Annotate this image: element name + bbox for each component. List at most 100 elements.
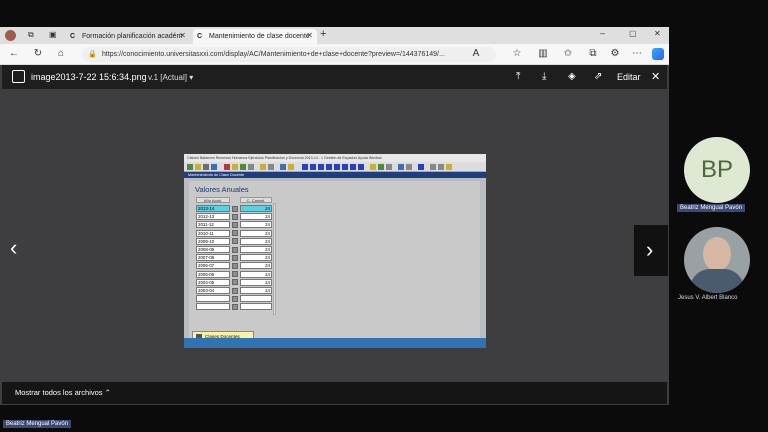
more-icon[interactable]: ⋯ [631,48,643,59]
home-icon[interactable]: ⌂ [55,48,67,59]
read-aloud-icon[interactable]: A [470,48,482,59]
viewer-header: image2013-7-22 15:6:34.png v.1 [Actual] … [2,65,667,89]
lock-icon: 🔒 [88,51,97,58]
tab-actions-icon[interactable]: ▣ [49,30,57,39]
value-cell[interactable]: 24 [240,221,272,229]
year-cell[interactable]: 2013-14 [196,205,230,212]
viewer-footer: Mostrar todos los archivos ⌃ [2,382,667,404]
row-selector[interactable] [232,213,238,220]
row-selector[interactable] [232,230,238,237]
value-cell[interactable] [240,303,272,311]
year-cell[interactable]: 2009-10 [196,237,230,245]
year-cell[interactable]: 2011-12 [196,221,230,229]
share-icon[interactable]: ⇗ [594,71,602,82]
participant-avatar: BP [684,137,750,203]
download-icon[interactable]: ⤓ [542,71,546,82]
comment-icon[interactable]: ◈ [568,71,576,82]
participant-name: Jesus V. Albert Blanco [678,295,738,301]
profile-avatar[interactable] [5,30,16,41]
tab-formacion[interactable]: C Formación planificación académ ✕ [66,29,190,44]
app-menu-bar: Cálculo Balances Recursos Humanos Ejerci… [184,154,486,162]
app-status-bar [184,338,486,348]
tab-favicon: C [70,32,76,40]
value-cell[interactable]: 24 [240,205,272,212]
maximize-icon[interactable]: ▢ [629,29,637,38]
value-cell[interactable]: 24 [240,237,272,245]
copilot-icon[interactable] [652,48,664,60]
minimize-icon[interactable]: – [600,28,605,38]
app-window-title: Mantenimiento de Clase Docente [184,172,486,178]
workspaces-icon[interactable]: ⧉ [28,30,34,40]
row-selector[interactable] [232,262,238,269]
address-input[interactable]: 🔒 https://conocimiento.universitasxxi.co… [82,47,496,62]
value-cell[interactable]: 24 [240,287,272,294]
value-cell[interactable]: 24 [240,246,272,253]
row-selector[interactable] [232,287,238,294]
browser-window: ⧉ ▣ C Formación planificación académ ✕ C… [0,27,669,405]
year-cell[interactable]: 2007-08 [196,254,230,262]
file-title: image2013-7-22 15:6:34.png [31,72,147,82]
year-cell[interactable]: 2005-06 [196,270,230,278]
close-viewer-icon[interactable]: ✕ [651,70,660,83]
collections-icon[interactable]: ⧉ [587,48,599,59]
split-screen-icon[interactable]: ▥ [537,48,549,59]
favorites-icon[interactable]: ✩ [562,48,574,59]
year-cell[interactable]: 2004-05 [196,278,230,286]
upload-icon[interactable]: ⤒ [516,71,520,82]
value-cell[interactable]: 24 [240,213,272,221]
column-header-class: C. Cancel. [240,197,272,203]
person-head [703,237,731,271]
extensions-icon[interactable]: ⚙ [609,48,621,59]
row-selector[interactable] [232,254,238,261]
form-heading: Valores Anuales [195,185,249,194]
year-cell[interactable] [196,295,230,303]
edit-button[interactable]: Editar [617,72,641,82]
participant-name-badge: Beatriz Mengual Pavón [677,204,746,212]
footer-label: Mostrar todos los archivos [15,388,103,397]
row-selector[interactable] [232,221,238,228]
page-content: image2013-7-22 15:6:34.png v.1 [Actual] … [0,65,669,405]
new-tab-button[interactable]: + [320,28,326,40]
year-cell[interactable] [196,303,230,311]
tab-bar: ⧉ ▣ C Formación planificación académ ✕ C… [0,27,669,44]
year-cell[interactable]: 2008-09 [196,246,230,253]
favorite-star-icon[interactable]: ☆ [511,48,523,59]
refresh-icon[interactable]: ↻ [32,48,44,59]
close-icon[interactable]: ✕ [306,31,313,40]
preview-image: Cálculo Balances Recursos Humanos Ejerci… [184,154,486,348]
close-window-icon[interactable]: ✕ [654,29,661,38]
year-cell[interactable]: 2012-13 [196,213,230,221]
row-selector[interactable] [232,279,238,286]
app-toolbar [184,162,486,172]
value-cell[interactable] [240,295,272,303]
tab-favicon: C [197,32,203,40]
tab-label: Formación planificación académ [82,33,183,40]
row-selector[interactable] [232,303,238,310]
row-selector[interactable] [232,205,238,212]
back-icon[interactable]: ← [8,48,20,59]
scrollbar[interactable] [273,203,276,315]
address-bar-row: ← ↻ ⌂ 🔒 https://conocimiento.universitas… [0,44,669,65]
tab-label: Mantenimiento de clase docente [209,33,310,40]
value-cell[interactable]: 24 [240,278,272,286]
row-selector[interactable] [232,271,238,278]
tab-mantenimiento[interactable]: C Mantenimiento de clase docente ✕ [193,29,317,44]
prev-image-icon[interactable]: ‹ [10,235,17,261]
year-cell[interactable]: 2006-07 [196,262,230,270]
close-icon[interactable]: ✕ [179,31,186,40]
value-cell[interactable]: 24 [240,254,272,262]
show-all-files-link[interactable]: Mostrar todos los archivos ⌃ [15,388,111,397]
next-image-button[interactable]: › [634,225,668,276]
row-selector[interactable] [232,295,238,302]
row-selector[interactable] [232,246,238,253]
year-cell[interactable]: 2010-11 [196,229,230,237]
app-form: Valores Anuales Año Acad. C. Cancel. 201… [189,181,480,347]
version-dropdown[interactable]: v.1 [Actual] ▾ [148,73,193,82]
value-cell[interactable]: 24 [240,270,272,278]
year-cell[interactable]: 2003-04 [196,287,230,294]
value-cell[interactable]: 24 [240,262,272,270]
column-header-year: Año Acad. [196,197,230,203]
row-selector[interactable] [232,238,238,245]
value-cell[interactable]: 24 [240,229,272,237]
url-text: https://conocimiento.universitasxxi.com/… [102,51,445,58]
